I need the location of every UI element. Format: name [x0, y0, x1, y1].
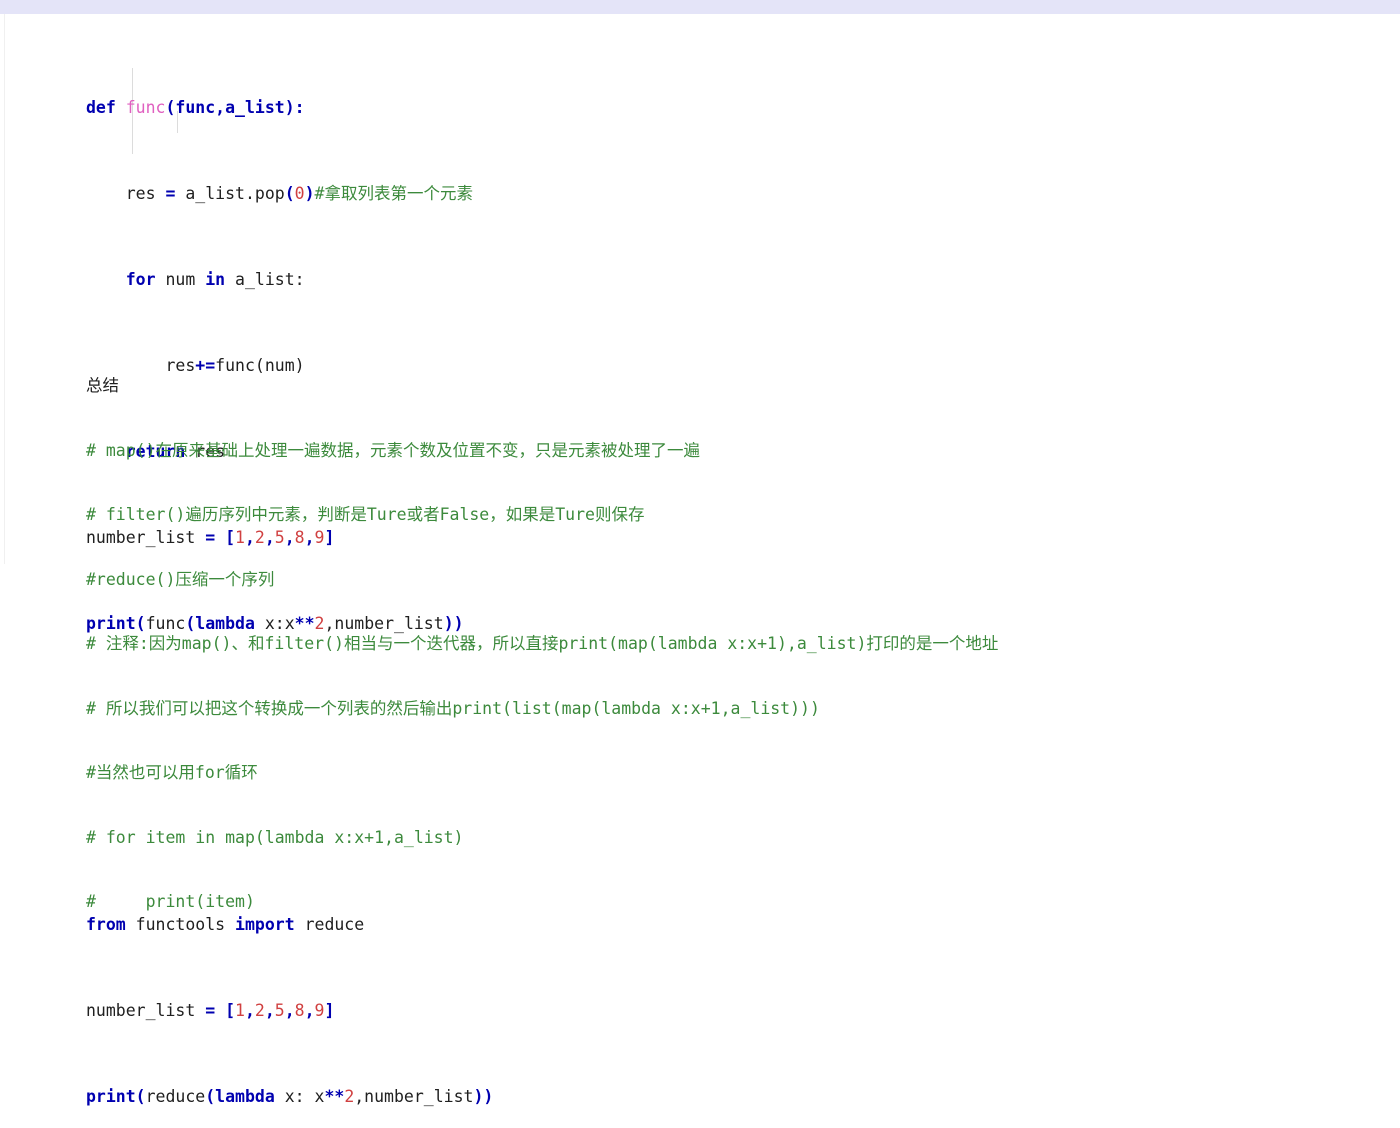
- summary-comment-line: # 所以我们可以把这个转换成一个列表的然后输出print(list(map(la…: [86, 698, 820, 718]
- summary-comment-line: # print(item): [86, 892, 255, 911]
- summary-heading: 总结: [86, 376, 119, 395]
- function-params: (func,a_list): [165, 97, 295, 117]
- summary-comment-line: #当然也可以用for循环: [86, 763, 258, 782]
- code-line-print-reduce: print(reduce(lambda x: x**2,number_list)…: [86, 1086, 494, 1106]
- power-operator: **: [324, 1086, 345, 1106]
- keyword-lambda: lambda: [215, 1086, 275, 1106]
- code-line-def-func: def func(func,a_list):: [86, 97, 493, 119]
- inline-comment: #拿取列表第一个元素: [314, 183, 473, 203]
- summary-comment-line: # for item in map(lambda x:x+1,a_list): [86, 827, 464, 847]
- keyword-in: in: [205, 269, 226, 289]
- summary-comment-line: # filter()遍历序列中元素，判断是Ture或者False，如果是Ture…: [86, 505, 645, 524]
- summary-comment-line: # map()在原来基础上处理一遍数据，元素个数及位置不变，只是元素被处理了一遍: [86, 440, 701, 460]
- summary-block[interactable]: 总结 # map()在原来基础上处理一遍数据，元素个数及位置不变，只是元素被处理…: [86, 332, 998, 956]
- number-zero: 0: [294, 183, 305, 203]
- assign-operator: =: [165, 183, 176, 203]
- function-name-func: func: [125, 97, 166, 117]
- keyword-for: for: [125, 269, 156, 289]
- left-edge-rule: [4, 14, 5, 564]
- code-line-for-loop: for num in a_list:: [125, 269, 305, 289]
- summary-comment-line: #reduce()压缩一个序列: [86, 569, 275, 589]
- code-line-number-list-2: number_list = [1,2,5,8,9]: [86, 1000, 335, 1020]
- code-area[interactable]: def func(func,a_list): res = a_list.pop(…: [44, 14, 1400, 1106]
- keyword-print: print: [86, 1086, 136, 1106]
- colon: :: [294, 97, 305, 117]
- editor-window: def func(func,a_list): res = a_list.pop(…: [0, 0, 1400, 1106]
- summary-comment-line: # 注释:因为map()、和filter()相当与一个迭代器，所以直接print…: [86, 634, 999, 653]
- code-line-res-pop: res = a_list.pop(0)#拿取列表第一个元素: [125, 183, 473, 203]
- keyword-def: def: [86, 97, 116, 117]
- top-band: [0, 0, 1400, 14]
